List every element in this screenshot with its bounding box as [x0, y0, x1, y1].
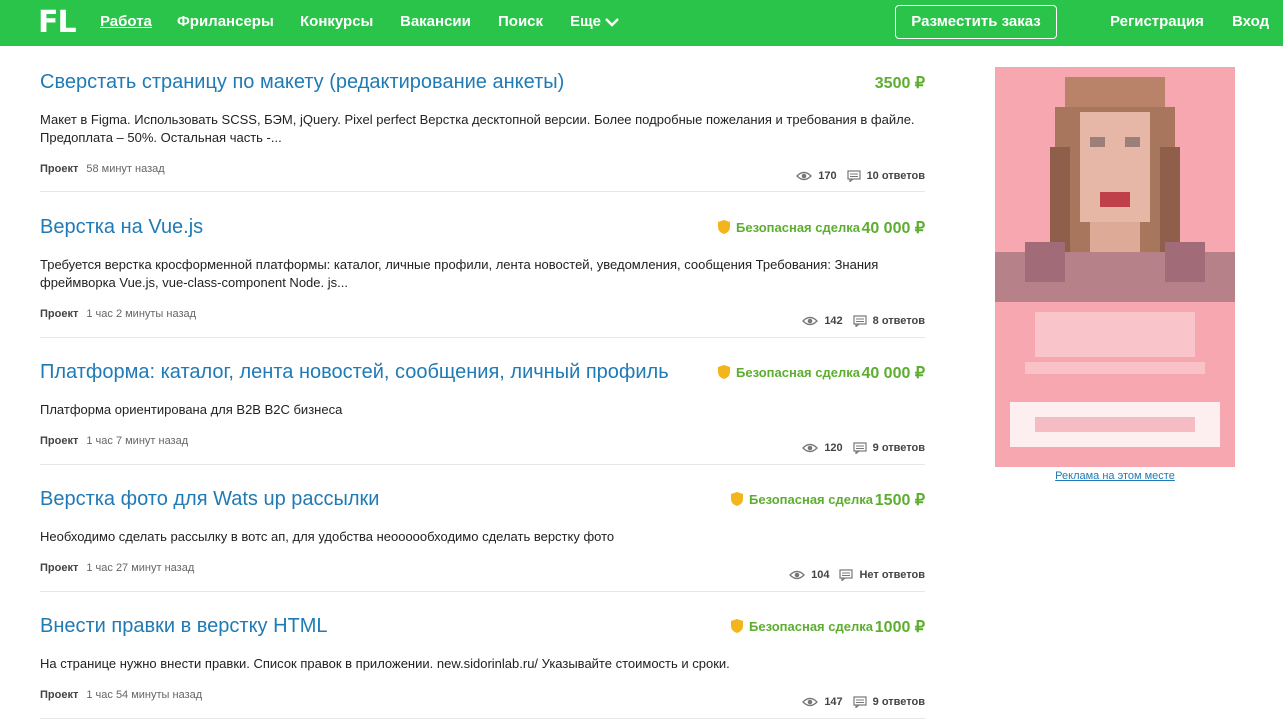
answers-count[interactable]: 8 ответов: [873, 315, 925, 327]
project-meta: Проект 1 час 27 минут назад: [40, 562, 194, 574]
safe-deal-badge: Безопасная сделка: [731, 619, 873, 634]
project-description: Необходимо сделать рассылку в вотс ап, д…: [40, 529, 615, 544]
register-link[interactable]: Регистрация: [1110, 13, 1204, 30]
project-type: Проект: [40, 163, 79, 175]
project-type: Проект: [40, 435, 79, 447]
answers-count[interactable]: 10 ответов: [867, 170, 925, 182]
ad-banner[interactable]: [995, 67, 1235, 467]
nav-contests[interactable]: Конкурсы: [300, 13, 373, 30]
views-count: 147: [824, 696, 843, 708]
answers-count[interactable]: 9 ответов: [873, 442, 925, 454]
safe-deal-label: Безопасная сделка: [736, 365, 860, 380]
project-stats: 120 9 ответов: [802, 442, 925, 454]
project-meta: Проект 58 минут назад: [40, 163, 165, 175]
project-time: 58 минут назад: [86, 163, 165, 175]
nav-more-label: Еще: [570, 13, 602, 30]
project-description: Макет в Figma. Использовать SCSS, БЭМ, j…: [40, 112, 915, 145]
shield-icon: [718, 220, 730, 234]
chevron-down-icon: [605, 14, 619, 31]
project-title[interactable]: Внести правки в верстку HTML: [40, 615, 328, 638]
project-description: На странице нужно внести правки. Список …: [40, 656, 730, 671]
project-stats: 142 8 ответов: [802, 315, 925, 327]
project-time: 1 час 54 минуты назад: [86, 689, 203, 701]
comment-icon: [853, 442, 867, 454]
project-item: Внести правки в верстку HTML Безопасная …: [40, 593, 925, 719]
project-type: Проект: [40, 308, 79, 320]
nav-freelancers[interactable]: Фрилансеры: [177, 13, 274, 30]
shield-icon: [731, 492, 743, 506]
eye-icon: [802, 697, 819, 707]
project-type: Проект: [40, 689, 79, 701]
project-price: 40 000 ₽: [861, 220, 925, 237]
safe-deal-label: Безопасная сделка: [749, 492, 873, 507]
project-meta: Проект 1 час 7 минут назад: [40, 435, 188, 447]
project-title[interactable]: Платформа: каталог, лента новостей, сооб…: [40, 361, 669, 384]
top-header: FL Работа Фрилансеры Конкурсы Вакансии П…: [0, 0, 1283, 46]
views-count: 142: [824, 315, 843, 327]
project-meta: Проект 1 час 54 минуты назад: [40, 689, 202, 701]
shield-icon: [718, 365, 730, 379]
views-count: 120: [824, 442, 843, 454]
project-title[interactable]: Верстка на Vue.js: [40, 216, 203, 239]
answers-count[interactable]: 9 ответов: [873, 696, 925, 708]
post-order-button[interactable]: Разместить заказ: [895, 5, 1057, 39]
ad-image: [995, 67, 1235, 467]
eye-icon: [802, 316, 819, 326]
safe-deal-badge: Безопасная сделка: [731, 492, 873, 507]
project-time: 1 час 2 минуты назад: [86, 308, 197, 320]
eye-icon: [789, 570, 806, 580]
safe-deal-label: Безопасная сделка: [736, 220, 860, 235]
project-item: Верстка на Vue.js Безопасная сделка 40 0…: [40, 193, 925, 338]
views-count: 104: [811, 569, 830, 581]
nav-work[interactable]: Работа: [100, 13, 152, 30]
nav-more[interactable]: Еще: [570, 13, 619, 31]
comment-icon: [846, 170, 861, 182]
shield-icon: [731, 619, 743, 633]
nav-search[interactable]: Поиск: [498, 13, 543, 30]
comment-icon: [839, 569, 854, 581]
login-link[interactable]: Вход: [1232, 13, 1269, 30]
safe-deal-badge: Безопасная сделка: [718, 365, 860, 380]
project-type: Проект: [40, 562, 79, 574]
project-price: 3500 ₽: [874, 75, 925, 92]
project-item: Сверстать страницу по макету (редактиров…: [40, 66, 925, 192]
project-stats: 104 Нет ответов: [789, 569, 925, 581]
project-title[interactable]: Сверстать страницу по макету (редактиров…: [40, 71, 564, 94]
project-time: 1 час 7 минут назад: [86, 435, 189, 447]
eye-icon: [796, 171, 813, 181]
project-item: Платформа: каталог, лента новостей, сооб…: [40, 339, 925, 465]
project-description: Требуется верстка кросформенной платформ…: [40, 257, 879, 290]
ad-place-link[interactable]: Реклама на этом месте: [995, 470, 1235, 482]
project-price: 1500 ₽: [874, 492, 925, 509]
project-title[interactable]: Верстка фото для Wats up рассылки: [40, 488, 379, 511]
project-price: 1000 ₽: [874, 619, 925, 636]
fl-logo[interactable]: FL: [38, 5, 77, 40]
project-time: 1 час 27 минут назад: [86, 562, 195, 574]
comment-icon: [853, 696, 867, 708]
project-description: Платформа ориентирована для B2B B2C бизн…: [40, 402, 343, 417]
safe-deal-label: Безопасная сделка: [749, 619, 873, 634]
project-meta: Проект 1 час 2 минуты назад: [40, 308, 196, 320]
safe-deal-badge: Безопасная сделка: [718, 220, 860, 235]
project-price: 40 000 ₽: [861, 365, 925, 382]
answers-count[interactable]: Нет ответов: [859, 569, 925, 581]
nav-vacancies[interactable]: Вакансии: [400, 13, 471, 30]
project-item: Верстка фото для Wats up рассылки Безопа…: [40, 466, 925, 592]
project-stats: 170 10 ответов: [796, 170, 925, 182]
comment-icon: [853, 315, 867, 327]
views-count: 170: [818, 170, 837, 182]
eye-icon: [802, 443, 819, 453]
project-stats: 147 9 ответов: [802, 696, 925, 708]
